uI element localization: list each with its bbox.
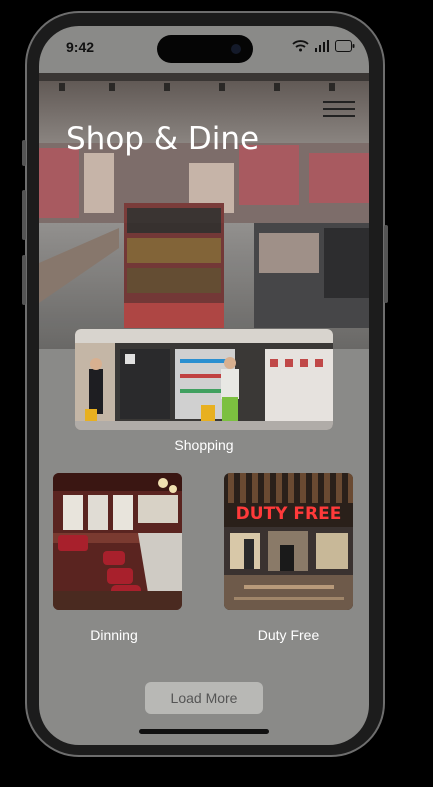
app-screen: 9:42 Shop & Dine Shopping Dinning DUTY F… — [39, 26, 369, 745]
load-more-button[interactable]: Load More — [145, 682, 263, 714]
category-card-duty-free[interactable]: DUTY FREE — [224, 473, 353, 610]
phone-power-button — [384, 225, 388, 303]
camera-icon — [231, 44, 241, 54]
phone-mute-button — [22, 140, 26, 166]
home-indicator — [139, 729, 269, 734]
hamburger-menu-icon[interactable] — [323, 101, 355, 123]
category-label-duty-free: Duty Free — [257, 627, 320, 643]
category-label-dinning: Dinning — [90, 627, 138, 643]
duty-free-sign: DUTY FREE — [236, 504, 342, 524]
shopping-store-image — [75, 329, 333, 430]
battery-icon — [335, 40, 355, 52]
category-card-dinning[interactable] — [53, 473, 182, 610]
hero-banner: Shop & Dine — [39, 73, 369, 349]
status-icons — [292, 40, 355, 52]
restaurant-image — [53, 473, 182, 610]
status-time: 9:42 — [66, 39, 95, 55]
category-card-shopping[interactable] — [75, 329, 333, 430]
duty-free-store-image: DUTY FREE — [224, 473, 353, 610]
status-bar: 9:42 — [39, 26, 369, 72]
phone-volume-down-button — [22, 255, 26, 305]
category-label-shopping: Shopping — [174, 437, 234, 453]
wifi-icon — [292, 40, 309, 52]
dynamic-island — [157, 35, 253, 63]
page-title: Shop & Dine — [66, 121, 260, 157]
store-interior-image — [39, 73, 369, 349]
phone-volume-up-button — [22, 190, 26, 240]
cellular-signal-icon — [315, 40, 329, 52]
